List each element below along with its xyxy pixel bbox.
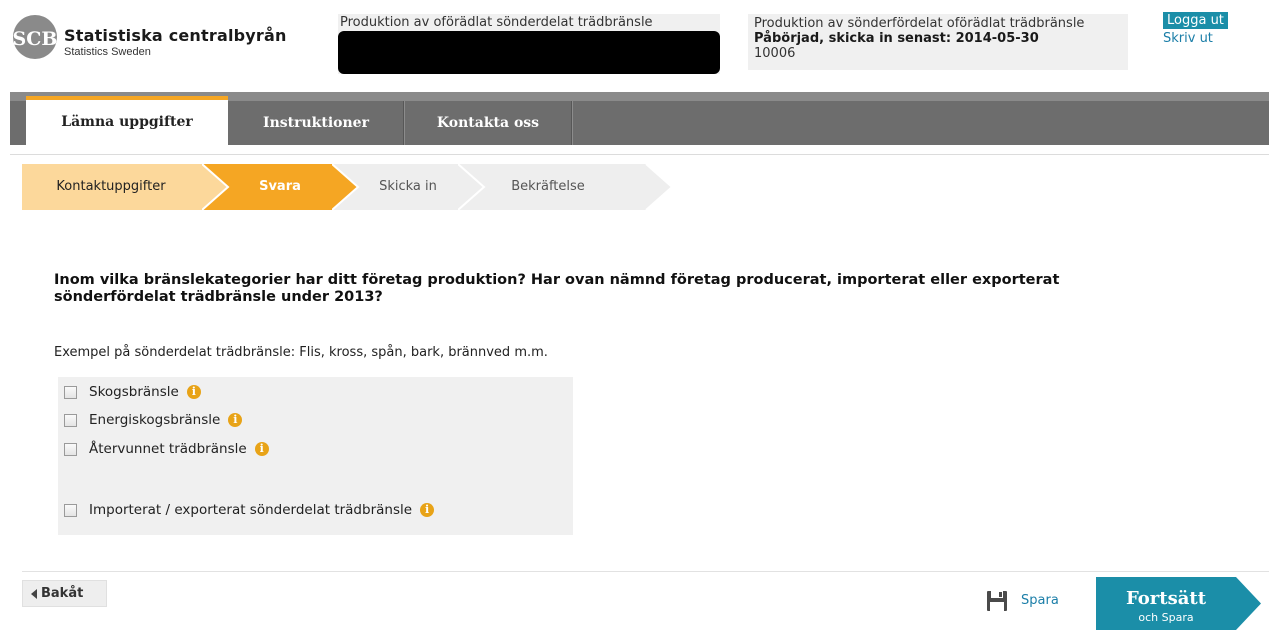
options-panel: Skogsbränsle i Energiskogsbränsle i Åter… (58, 377, 573, 535)
option-label: Återvunnet trädbränsle (89, 441, 247, 457)
status-survey-name: Produktion av sönderfördelat oförädlat t… (754, 16, 1085, 31)
option-label: Importerat / exporterat sönderdelat träd… (89, 502, 413, 518)
option-energiskogsbransle[interactable]: Energiskogsbränsle i (64, 410, 243, 430)
option-label: Skogsbränsle (89, 384, 179, 400)
option-skogsbransle[interactable]: Skogsbränsle i (64, 382, 201, 402)
brand: Statistiska centralbyrån Statistics Swed… (64, 26, 287, 58)
step-label: Skicka in (379, 179, 437, 194)
divider (22, 571, 1269, 572)
step-kontaktuppgifter[interactable]: Kontaktuppgifter (22, 164, 228, 210)
floppy-disk-icon[interactable] (986, 590, 1008, 612)
info-icon[interactable]: i (254, 442, 269, 456)
survey-info-box: Produktion av oförädlat sönderdelat träd… (338, 14, 720, 74)
continue-button[interactable]: Fortsätt och Spara (1096, 577, 1261, 630)
info-icon[interactable]: i (186, 385, 201, 399)
logout-link[interactable]: Logga ut (1163, 12, 1228, 29)
save-link[interactable]: Spara (1021, 593, 1059, 608)
divider (10, 154, 1269, 155)
step-label: Kontaktuppgifter (56, 179, 166, 194)
option-label: Energiskogsbränsle (89, 412, 221, 428)
status-deadline: Påbörjad, skicka in senast: 2014-05-30 (754, 31, 1039, 46)
survey-title: Produktion av oförädlat sönderdelat träd… (340, 15, 653, 30)
checkbox[interactable] (64, 413, 77, 427)
info-icon[interactable]: i (228, 413, 243, 427)
back-button[interactable]: Bakåt (22, 580, 107, 607)
arrow-left-icon (31, 588, 37, 599)
checkbox[interactable] (64, 385, 77, 399)
brand-subtitle: Statistics Sweden (64, 46, 151, 58)
continue-label: Fortsätt (1125, 588, 1207, 609)
tab-kontakta-oss[interactable]: Kontakta oss (405, 101, 571, 145)
print-link[interactable]: Skriv ut (1163, 31, 1213, 46)
option-atervunnet-tradbransle[interactable]: Återvunnet trädbränsle i (64, 439, 269, 459)
redacted-block (338, 31, 720, 74)
step-label: Bekräftelse (511, 179, 585, 194)
brand-name: Statistiska centralbyrån (64, 26, 287, 45)
checkbox[interactable] (64, 442, 77, 456)
continue-sublabel: och Spara (1138, 611, 1194, 624)
question-example: Exempel på sönderdelat trädbränsle: Flis… (54, 345, 548, 360)
scb-logo: SCB (13, 15, 58, 59)
option-importerat-exporterat[interactable]: Importerat / exporterat sönderdelat träd… (64, 500, 435, 520)
tab-instruktioner[interactable]: Instruktioner (228, 101, 404, 145)
info-icon[interactable]: i (420, 503, 435, 517)
status-id: 10006 (754, 46, 796, 61)
main-nav: Lämna uppgifter Instruktioner Kontakta o… (10, 92, 1269, 145)
checkbox[interactable] (64, 503, 77, 517)
progress-steps: Kontaktuppgifter Svara Skicka in Bekräft… (22, 164, 672, 210)
question-text: Inom vilka bränslekategorier har ditt fö… (54, 272, 1060, 305)
step-bekraftelse[interactable]: Bekräftelse (458, 164, 672, 210)
step-label: Svara (259, 179, 301, 194)
logo-text: SCB (13, 28, 58, 50)
tab-lamna-uppgifter[interactable]: Lämna uppgifter (26, 96, 228, 145)
nav-divider (572, 101, 573, 145)
status-box: Produktion av sönderfördelat oförädlat t… (748, 14, 1128, 70)
back-label: Bakåt (41, 586, 84, 601)
